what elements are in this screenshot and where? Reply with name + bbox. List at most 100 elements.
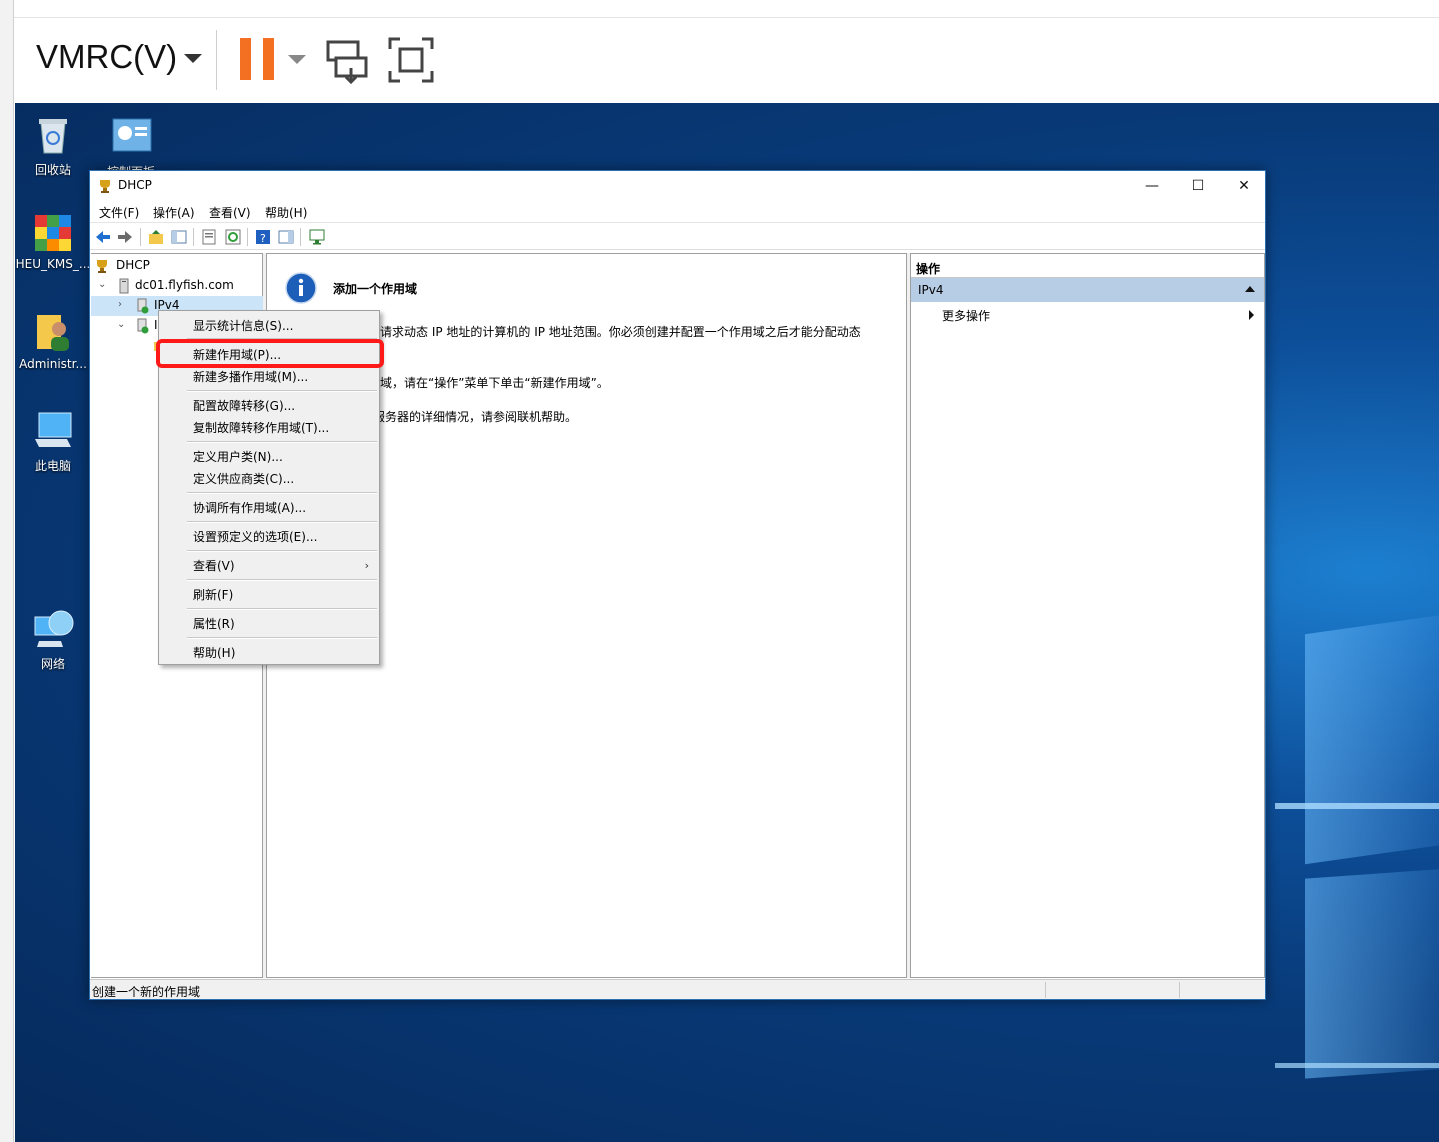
network-icon	[31, 607, 75, 651]
status-text: 创建一个新的作用域	[92, 985, 201, 999]
toolbar-divider	[216, 30, 217, 90]
info-line: 请求动态 IP 地址的计算机的 IP 地址范围。你必须创建并配置一个作用域之后才…	[380, 325, 861, 339]
menu-action[interactable]: 操作(A)	[153, 204, 195, 221]
help-icon[interactable]: ?	[254, 228, 272, 246]
desktop-icon-recycle-bin[interactable]: 回收站	[15, 113, 91, 178]
wallpaper-beam	[1305, 867, 1439, 1079]
send-ctrl-alt-del-icon[interactable]	[326, 38, 370, 84]
vmrc-toolbar: VMRC(V)	[0, 0, 1439, 103]
toolbar-divider	[140, 228, 141, 246]
menu-item-reconcile-all-scopes[interactable]: 协调所有作用域(A)...	[193, 499, 306, 516]
menu-item-show-statistics[interactable]: 显示统计信息(S)...	[193, 317, 293, 334]
toolbar-divider	[300, 228, 301, 246]
show-hide-action-pane-icon[interactable]	[277, 228, 295, 246]
toolbar-divider	[247, 228, 248, 246]
chevron-up-icon[interactable]	[1245, 286, 1255, 292]
server-monitor-icon[interactable]	[308, 228, 326, 246]
menu-item-refresh[interactable]: 刷新(F)	[193, 586, 233, 603]
recycle-bin-icon	[31, 113, 75, 157]
desktop-icon-this-pc[interactable]: 此电脑	[15, 409, 91, 474]
dhcp-trophy-icon	[97, 260, 107, 273]
properties-icon[interactable]	[200, 228, 218, 246]
menu-bar: 文件(F) 操作(A) 查看(V) 帮助(H)	[90, 201, 1265, 223]
menu-item-new-multicast-scope[interactable]: 新建多播作用域(M)...	[193, 368, 308, 385]
info-line: 域，请在“操作”菜单下单击“新建作用域”。	[380, 376, 609, 390]
menu-item-define-vendor-classes[interactable]: 定义供应商类(C)...	[193, 470, 294, 487]
chevron-right-icon[interactable]: ›	[365, 559, 369, 572]
chevron-down-icon[interactable]: ⌄	[117, 319, 127, 330]
vmrc-menu-button[interactable]: VMRC(V)	[36, 38, 177, 76]
toolbar: ?	[90, 224, 1265, 250]
menu-item-view[interactable]: 查看(V)	[193, 557, 235, 574]
forward-arrow-icon[interactable]	[116, 228, 134, 246]
tree-item-label: DHCP	[116, 258, 150, 272]
pause-icon[interactable]	[240, 38, 274, 80]
info-line: 服务器的详细情况，请参阅联机帮助。	[373, 410, 578, 424]
menu-item-replicate-failover-scopes[interactable]: 复制故障转移作用域(T)...	[193, 419, 329, 436]
menu-help[interactable]: 帮助(H)	[265, 204, 307, 221]
annotation-highlight-box	[156, 339, 384, 368]
info-title: 添加一个作用域	[333, 282, 418, 296]
desktop-icon-label: 网络	[40, 657, 65, 671]
chevron-right-icon[interactable]	[1249, 310, 1254, 320]
svg-text:?: ?	[260, 232, 266, 245]
more-actions-link[interactable]: 更多操作	[942, 307, 990, 324]
action-section-ipv4[interactable]: IPv4	[911, 278, 1264, 302]
fullscreen-icon[interactable]	[388, 37, 434, 83]
user-folder-icon	[31, 309, 75, 353]
vmrc-left-edge	[0, 0, 14, 1142]
vmrc-top-strip	[0, 0, 1439, 18]
menu-separator	[187, 492, 377, 494]
menu-separator	[187, 608, 377, 610]
toolbar-divider	[193, 228, 194, 246]
tree-item-label: I	[154, 318, 158, 332]
tree-item-label: dc01.flyfish.com	[135, 278, 234, 292]
menu-item-properties[interactable]: 属性(R)	[193, 615, 235, 632]
menu-item-help[interactable]: 帮助(H)	[193, 644, 235, 661]
desktop-icon-label: 回收站	[34, 163, 71, 177]
desktop-icon-label: Administr...	[19, 357, 87, 371]
close-button[interactable]: ✕	[1221, 171, 1267, 201]
back-arrow-icon[interactable]	[94, 228, 112, 246]
chevron-down-icon[interactable]: ⌄	[98, 279, 108, 290]
minimize-button[interactable]: —	[1129, 171, 1175, 201]
desktop-icon-heu-kms[interactable]: HEU_KMS_...	[15, 209, 91, 271]
chevron-right-icon[interactable]: ›	[118, 299, 128, 310]
menu-separator	[187, 579, 377, 581]
refresh-icon[interactable]	[224, 228, 242, 246]
status-bar: 创建一个新的作用域	[90, 979, 1265, 999]
control-panel-icon	[109, 115, 153, 159]
action-section-label: IPv4	[918, 283, 944, 297]
menu-separator	[187, 637, 377, 639]
action-pane-header: 操作	[911, 254, 1264, 278]
maximize-button[interactable]: ☐	[1175, 171, 1221, 201]
desktop-icon-network[interactable]: 网络	[15, 607, 91, 672]
wallpaper-beam	[1275, 803, 1439, 809]
status-divider	[1179, 982, 1180, 998]
menu-item-configure-failover[interactable]: 配置故障转移(G)...	[193, 397, 295, 414]
menu-view[interactable]: 查看(V)	[209, 204, 251, 221]
menu-separator	[187, 441, 377, 443]
wallpaper-beam	[1305, 611, 1439, 865]
desktop-icon-label: HEU_KMS_...	[15, 257, 91, 271]
show-hide-tree-icon[interactable]	[170, 228, 188, 246]
rubiks-cube-icon	[31, 209, 75, 253]
chevron-down-icon[interactable]	[288, 55, 306, 64]
menu-separator	[187, 550, 377, 552]
status-divider	[1045, 982, 1046, 998]
menu-separator	[187, 521, 377, 523]
ipv4-server-icon	[137, 298, 149, 314]
ipv6-server-icon	[137, 318, 149, 334]
wallpaper-beam	[1275, 1063, 1439, 1068]
chevron-down-icon[interactable]	[184, 54, 202, 63]
menu-separator	[187, 390, 377, 392]
action-pane: 操作 IPv4 更多操作	[910, 253, 1265, 978]
desktop-icon-administrator[interactable]: Administr...	[15, 309, 91, 371]
menu-item-set-predefined-options[interactable]: 设置预定义的选项(E)...	[193, 528, 317, 545]
server-icon	[119, 278, 129, 294]
up-folder-icon[interactable]	[147, 228, 165, 246]
title-bar[interactable]: DHCP — ☐ ✕	[90, 171, 1265, 201]
menu-file[interactable]: 文件(F)	[99, 204, 139, 221]
window-title: DHCP	[118, 178, 152, 192]
menu-item-define-user-classes[interactable]: 定义用户类(N)...	[193, 448, 283, 465]
